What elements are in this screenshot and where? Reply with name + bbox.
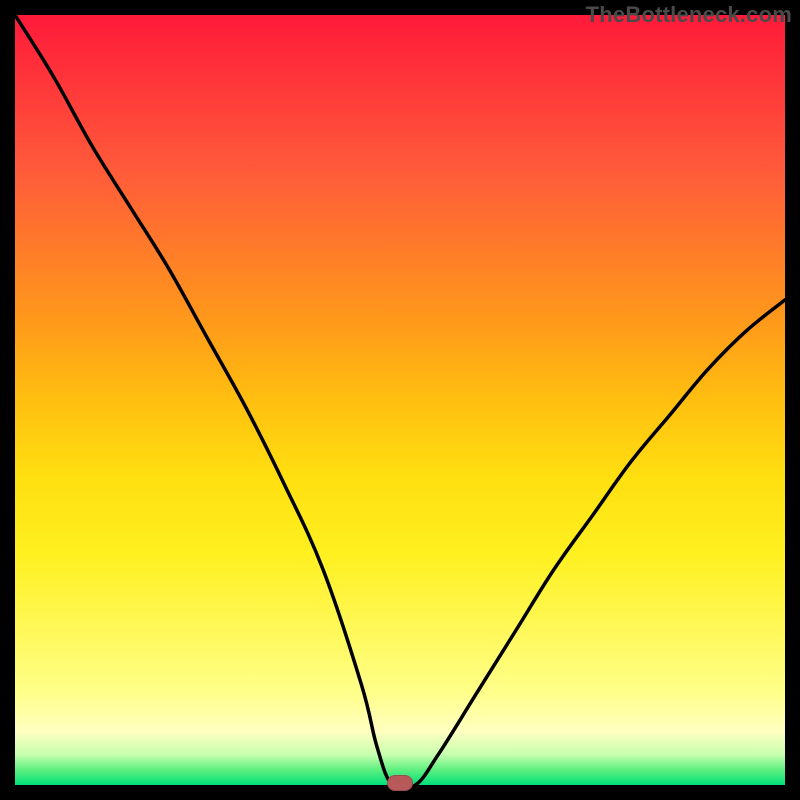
bottleneck-marker	[387, 775, 413, 791]
watermark-text: TheBottleneck.com	[586, 2, 792, 28]
chart-frame: TheBottleneck.com	[0, 0, 800, 800]
plot-area	[15, 15, 785, 785]
bottleneck-curve	[15, 15, 785, 785]
